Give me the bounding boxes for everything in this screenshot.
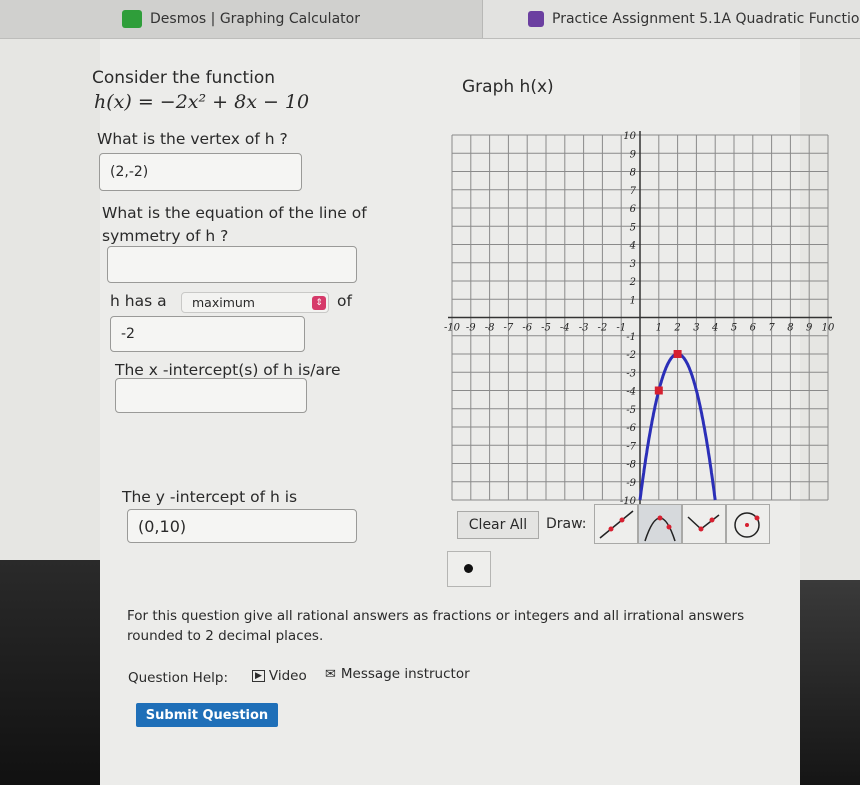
message-label: Message instructor (340, 666, 470, 682)
symmetry-input[interactable] (107, 246, 357, 283)
x-tick-label: 8 (787, 323, 793, 334)
y-tick-label: -5 (626, 405, 636, 416)
y-tick-label: -6 (626, 423, 636, 434)
select-arrows-icon: ⇕ (312, 296, 326, 310)
x-tick-label: -4 (560, 323, 570, 334)
absolute-value-tool-button[interactable] (682, 504, 726, 544)
y-tick-label: 10 (623, 131, 636, 142)
y-tick-label: 9 (630, 149, 637, 160)
monitor-bezel (800, 580, 860, 785)
x-tick-label: 1 (656, 323, 662, 334)
select-value: maximum (192, 295, 255, 310)
x-tick-label: -9 (466, 323, 476, 334)
point-tool-button[interactable] (447, 551, 491, 587)
line-tool-button[interactable] (594, 504, 638, 544)
tab-practice-assignment[interactable]: Practice Assignment 5.1A Quadratic Funct… (483, 0, 860, 38)
video-link[interactable]: ▶ Video (252, 668, 307, 684)
y-tick-label: -9 (626, 478, 636, 489)
y-intercept-input[interactable]: (0,10) (127, 509, 357, 543)
x-tick-label: -3 (579, 323, 589, 334)
x-tick-label: -10 (444, 323, 461, 334)
circle-tool-button[interactable] (726, 504, 770, 544)
symmetry-question-2: symmetry of h ? (102, 227, 229, 245)
desmos-icon (122, 10, 143, 28)
x-tick-label: 3 (693, 323, 699, 334)
x-tick-label: -8 (485, 323, 495, 334)
graph-label: Graph h(x) (462, 77, 554, 97)
y-tick-label: -3 (626, 368, 636, 379)
y-tick-label: 8 (630, 168, 636, 179)
x-tick-label: -5 (541, 323, 551, 334)
y-tick-label: 3 (630, 259, 636, 270)
x-tick-label: 7 (768, 323, 775, 334)
parabola-tool-button[interactable] (638, 504, 682, 544)
draw-label: Draw: (546, 516, 587, 532)
y-tick-label: 1 (630, 295, 636, 306)
x-tick-label: 2 (673, 323, 680, 334)
y-tick-label: 5 (630, 222, 636, 233)
video-label: Video (268, 668, 307, 684)
monitor-bezel (0, 560, 100, 785)
tab-title: Desmos | Graphing Calculator (150, 11, 360, 27)
x-tick-label: -7 (504, 323, 514, 334)
intro-text: Consider the function (92, 68, 276, 88)
y-tick-label: -7 (626, 441, 636, 452)
y-tick-label: 4 (629, 241, 636, 252)
x-tick-label: -2 (598, 323, 608, 334)
y-tick-label: -1 (626, 332, 636, 343)
x-tick-label: 4 (711, 323, 718, 334)
y-tick-label: 6 (630, 204, 637, 215)
message-instructor-link[interactable]: ✉ Message instructor (325, 666, 470, 682)
video-icon: ▶ (252, 670, 265, 682)
point-tool-icon (464, 564, 473, 573)
line-tool-icon (599, 510, 634, 539)
x-tick-label: 10 (822, 323, 835, 334)
graph-canvas[interactable]: -10 -9 -8 -7 -6 -5 -4 -3 -2 -1 1 2 3 4 5 6 7 8 9 10-10-9-8-… (440, 125, 840, 505)
extreme-value-input[interactable]: -2 (110, 316, 305, 352)
absolute-value-tool-icon (687, 514, 720, 532)
clear-all-button[interactable]: Clear All (457, 511, 539, 539)
browser-tab-bar: Desmos | Graphing Calculator Practice As… (0, 0, 860, 39)
assignment-icon (528, 11, 544, 27)
x-tick-label: 9 (806, 323, 813, 334)
tab-desmos[interactable]: Desmos | Graphing Calculator (0, 0, 483, 38)
x-intercept-input[interactable] (115, 378, 307, 413)
curve-control-point (654, 386, 663, 395)
y-intercept-question: The y -intercept of h is (122, 488, 298, 506)
max-min-select[interactable]: maximum ⇕ (181, 292, 329, 313)
has-a-suffix: of (337, 292, 352, 310)
y-tick-label: -4 (626, 387, 636, 398)
x-tick-label: -6 (522, 323, 532, 334)
mail-icon: ✉ (325, 666, 336, 682)
curve-control-point (673, 350, 682, 358)
vertex-question: What is the vertex of h ? (97, 130, 288, 148)
symmetry-question: What is the equation of the line of (102, 204, 367, 222)
x-tick-label: -1 (616, 323, 626, 334)
y-tick-label: -8 (626, 460, 636, 471)
instructions-note: For this question give all rational answ… (127, 608, 745, 644)
has-a-prefix: h has a (110, 292, 167, 310)
y-tick-label: 2 (629, 277, 636, 288)
circle-tool-icon (734, 512, 760, 538)
x-intercept-question: The x -intercept(s) of h is/are (115, 361, 341, 379)
function-formula: h(x) = −2x² + 8x − 10 (94, 91, 310, 113)
x-tick-label: 6 (750, 323, 757, 334)
y-tick-label: -2 (626, 350, 636, 361)
tab-title: Practice Assignment 5.1A Quadratic Funct… (552, 11, 860, 27)
parabola-tool-icon (644, 515, 676, 542)
question-help-label: Question Help: (128, 670, 228, 686)
y-tick-label: 7 (630, 186, 637, 197)
x-tick-label: 5 (731, 323, 737, 334)
vertex-input[interactable]: (2,-2) (99, 153, 302, 191)
submit-question-button[interactable]: Submit Question (136, 703, 278, 727)
